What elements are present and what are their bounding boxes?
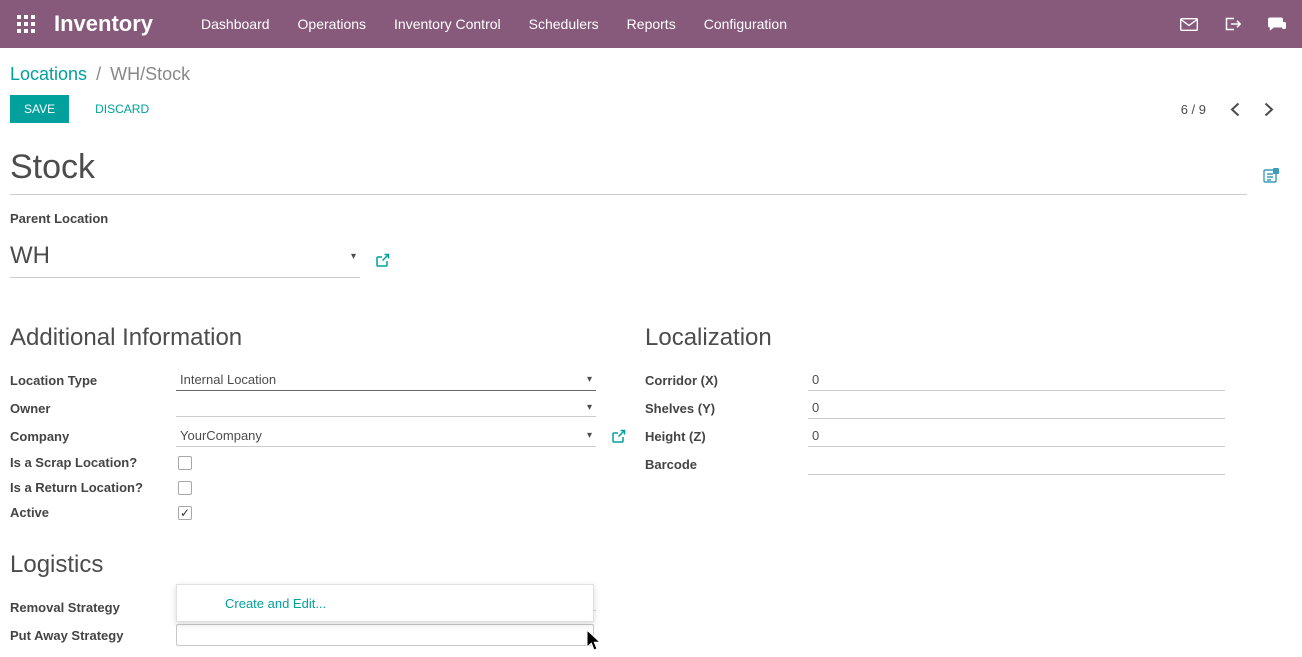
active-checkbox[interactable]: ✓: [178, 506, 192, 520]
apps-grid-icon[interactable]: [12, 10, 40, 38]
field-row-putaway-strategy: Put Away Strategy: [10, 621, 1292, 649]
corridor-input[interactable]: 0: [808, 369, 1225, 391]
corridor-label: Corridor (X): [645, 373, 808, 388]
location-type-label: Location Type: [10, 373, 176, 388]
autocomplete-dropdown: Create and Edit...: [176, 584, 594, 622]
chevron-down-icon: ▾: [587, 374, 592, 385]
menu-item-dashboard[interactable]: Dashboard: [187, 0, 284, 48]
putaway-strategy-label: Put Away Strategy: [10, 628, 176, 643]
additional-information-heading: Additional Information: [10, 324, 645, 352]
form-sheet: Stock Parent Location WH ▾: [0, 149, 1302, 278]
logistics-group: Logistics Removal Strategy Put Away Stra…: [0, 551, 1302, 649]
return-location-checkbox[interactable]: [178, 481, 192, 495]
removal-strategy-label: Removal Strategy: [10, 600, 176, 615]
pager-count: 6 / 9: [1181, 102, 1206, 117]
menu-item-operations[interactable]: Operations: [284, 0, 380, 48]
additional-information-group: Additional Information Location Type Int…: [10, 324, 645, 525]
company-select[interactable]: YourCompany ▾: [176, 425, 596, 447]
location-type-select[interactable]: Internal Location ▾: [176, 369, 596, 391]
field-row-location-type: Location Type Internal Location ▾: [10, 366, 645, 394]
shelves-input[interactable]: 0: [808, 397, 1225, 419]
breadcrumb: Locations / WH/Stock: [0, 48, 1302, 85]
breadcrumb-separator: /: [92, 64, 105, 84]
breadcrumb-current: WH/Stock: [110, 64, 190, 84]
barcode-label: Barcode: [645, 457, 808, 472]
record-pager: 6 / 9: [1181, 102, 1292, 117]
field-row-shelves: Shelves (Y) 0: [645, 394, 1292, 422]
chevron-down-icon: ▾: [587, 402, 592, 413]
putaway-strategy-input[interactable]: [176, 624, 594, 646]
company-value: YourCompany: [180, 428, 262, 443]
logistics-heading: Logistics: [10, 551, 1292, 579]
discard-button[interactable]: DISCARD: [95, 102, 149, 116]
main-menu: Dashboard Operations Inventory Control S…: [187, 0, 801, 48]
scrap-location-label: Is a Scrap Location?: [10, 455, 176, 470]
menu-item-reports[interactable]: Reports: [613, 0, 690, 48]
parent-location-value: WH: [10, 242, 50, 270]
messages-envelope-icon[interactable]: [1180, 18, 1198, 31]
owner-select[interactable]: ▾: [176, 399, 596, 417]
localization-heading: Localization: [645, 324, 1292, 352]
company-label: Company: [10, 429, 176, 444]
height-input[interactable]: 0: [808, 425, 1225, 447]
menu-item-configuration[interactable]: Configuration: [690, 0, 801, 48]
parent-location-select[interactable]: WH ▾: [10, 242, 360, 278]
chat-icon[interactable]: [1267, 17, 1286, 32]
pager-next-button[interactable]: [1264, 102, 1274, 117]
create-and-edit-option[interactable]: Create and Edit...: [177, 596, 326, 611]
menu-item-inventory-control[interactable]: Inventory Control: [380, 0, 515, 48]
field-row-owner: Owner ▾: [10, 394, 645, 422]
pager-previous-button[interactable]: [1230, 102, 1240, 117]
app-title[interactable]: Inventory: [54, 11, 153, 37]
field-row-return: Is a Return Location?: [10, 475, 645, 500]
parent-location-external-link-icon[interactable]: [376, 253, 390, 267]
field-row-barcode: Barcode: [645, 450, 1292, 478]
chevron-down-icon: ▾: [351, 251, 356, 262]
company-external-link-icon[interactable]: [612, 429, 626, 443]
save-button[interactable]: SAVE: [10, 95, 69, 123]
return-location-label: Is a Return Location?: [10, 480, 176, 495]
active-label: Active: [10, 505, 176, 520]
scrap-location-checkbox[interactable]: [178, 456, 192, 470]
top-navbar: Inventory Dashboard Operations Inventory…: [0, 0, 1302, 48]
location-type-value: Internal Location: [180, 372, 276, 387]
field-row-height: Height (Z) 0: [645, 422, 1292, 450]
field-row-scrap: Is a Scrap Location?: [10, 450, 645, 475]
field-row-active: Active ✓: [10, 500, 645, 525]
owner-label: Owner: [10, 401, 176, 416]
breadcrumb-locations-link[interactable]: Locations: [10, 64, 87, 84]
chevron-down-icon: ▾: [587, 430, 592, 441]
height-label: Height (Z): [645, 429, 808, 444]
translate-icon[interactable]: [1263, 167, 1280, 189]
form-columns: Additional Information Location Type Int…: [0, 324, 1302, 525]
field-row-corridor: Corridor (X) 0: [645, 366, 1292, 394]
menu-item-schedulers[interactable]: Schedulers: [515, 0, 613, 48]
parent-location-label: Parent Location: [10, 211, 1292, 226]
navbar-right-icons: [1180, 16, 1290, 32]
action-bar: SAVE DISCARD 6 / 9: [0, 85, 1302, 123]
barcode-input[interactable]: [808, 453, 1225, 475]
record-title-input[interactable]: Stock: [10, 149, 1247, 195]
localization-group: Localization Corridor (X) 0 Shelves (Y) …: [645, 324, 1292, 525]
shelves-label: Shelves (Y): [645, 401, 808, 416]
field-row-company: Company YourCompany ▾: [10, 422, 645, 450]
logout-icon[interactable]: [1224, 16, 1241, 32]
